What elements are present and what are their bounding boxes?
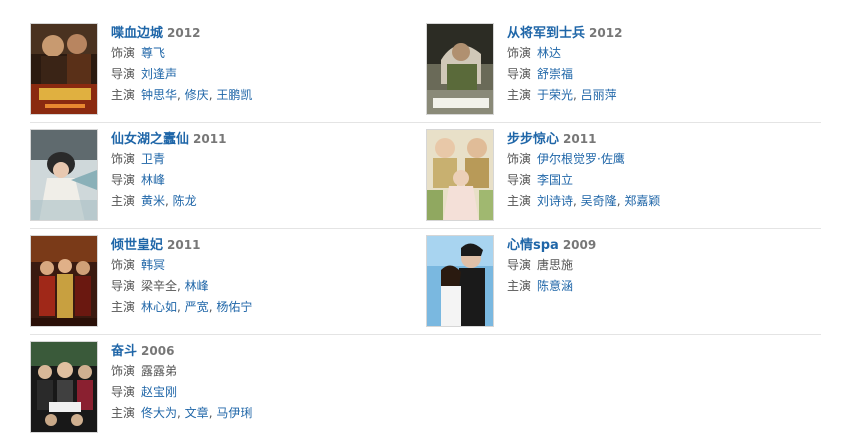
cast-label: 主演	[111, 300, 136, 314]
director-link[interactable]: 林峰	[185, 279, 209, 293]
cast-link[interactable]: 郑嘉颖	[624, 194, 660, 208]
cast-link[interactable]: 王鹏凯	[216, 88, 252, 102]
cast-label: 主演	[507, 194, 532, 208]
role-label: 饰演	[111, 46, 136, 60]
role-label: 饰演	[111, 152, 136, 166]
cast-label: 主演	[111, 406, 136, 420]
cast-link[interactable]: 佟大为	[141, 406, 177, 420]
role-link[interactable]: 卫青	[141, 152, 165, 166]
director-link[interactable]: 李国立	[537, 173, 573, 187]
cast-link[interactable]: 刘诗诗	[537, 194, 573, 208]
role-link[interactable]: 伊尔根觉罗·佐鹰	[537, 152, 625, 166]
movie-title[interactable]: 仙女湖之蠹仙	[111, 132, 189, 147]
movie-item: 倾世皇妃 2011 饰演 韩冥 导演 梁辛全, 林峰 主演 林心如, 严宽, 杨佑宁	[30, 229, 425, 335]
filmography-row: 仙女湖之蠹仙 2011 饰演 卫青 导演 林峰 主演 黄米, 陈龙 步步惊心 2…	[30, 123, 821, 229]
director-name: 梁辛全	[141, 279, 178, 293]
role-label: 饰演	[111, 258, 136, 272]
cast-link[interactable]: 钟思华	[141, 88, 177, 102]
movie-item: 心情spa 2009 导演 唐思施 主演 陈意涵	[426, 229, 821, 335]
role-link[interactable]: 尊飞	[141, 46, 165, 60]
cast-label: 主演	[111, 88, 136, 102]
director-link[interactable]: 舒崇福	[537, 67, 573, 81]
movie-poster[interactable]	[30, 23, 98, 115]
movie-year: 2011	[563, 132, 597, 146]
filmography-list: 喋血边城 2012 饰演 尊飞 导演 刘逢声 主演 钟思华, 修庆, 王鹏凯 从…	[0, 0, 851, 436]
movie-poster[interactable]	[30, 341, 98, 433]
movie-item: 从将军到士兵 2012 饰演 林达 导演 舒崇福 主演 于荣光, 吕丽萍	[426, 17, 821, 123]
director-label: 导演	[507, 67, 532, 81]
director-label: 导演	[111, 385, 136, 399]
cast-link[interactable]: 文章	[185, 406, 209, 420]
movie-item: 仙女湖之蠹仙 2011 饰演 卫青 导演 林峰 主演 黄米, 陈龙	[30, 123, 425, 229]
cast-label: 主演	[507, 279, 532, 293]
director-link[interactable]: 刘逢声	[141, 67, 177, 81]
movie-title[interactable]: 从将军到士兵	[507, 26, 585, 41]
movie-poster[interactable]	[426, 129, 494, 221]
movie-year: 2012	[167, 26, 201, 40]
filmography-row: 倾世皇妃 2011 饰演 韩冥 导演 梁辛全, 林峰 主演 林心如, 严宽, 杨佑宁	[30, 229, 821, 335]
cast-link[interactable]: 陈龙	[173, 194, 197, 208]
movie-poster[interactable]	[426, 23, 494, 115]
role-label: 饰演	[111, 364, 136, 378]
cast-link[interactable]: 陈意涵	[537, 279, 573, 293]
cast-link[interactable]: 黄米	[141, 194, 165, 208]
movie-title[interactable]: 奋斗	[111, 344, 137, 359]
cast-link[interactable]: 马伊琍	[216, 406, 252, 420]
cast-link[interactable]: 严宽	[185, 300, 209, 314]
role-link[interactable]: 林达	[537, 46, 561, 60]
cast-label: 主演	[111, 194, 136, 208]
role-label: 饰演	[507, 152, 532, 166]
movie-title[interactable]: 心情spa	[507, 238, 559, 253]
cast-link[interactable]: 吕丽萍	[581, 88, 617, 102]
director-label: 导演	[111, 279, 136, 293]
movie-poster[interactable]	[426, 235, 494, 327]
role-label: 饰演	[507, 46, 532, 60]
cast-label: 主演	[507, 88, 532, 102]
filmography-row: 喋血边城 2012 饰演 尊飞 导演 刘逢声 主演 钟思华, 修庆, 王鹏凯 从…	[30, 17, 821, 123]
movie-year: 2012	[589, 26, 623, 40]
movie-year: 2006	[141, 344, 175, 358]
movie-item: 步步惊心 2011 饰演 伊尔根觉罗·佐鹰 导演 李国立 主演 刘诗诗, 吴奇隆, 郑嘉…	[426, 123, 821, 229]
movie-poster[interactable]	[30, 235, 98, 327]
movie-year: 2011	[167, 238, 201, 252]
movie-title[interactable]: 倾世皇妃	[111, 238, 163, 253]
cast-link[interactable]: 吴奇隆	[581, 194, 617, 208]
cast-link[interactable]: 于荣光	[537, 88, 573, 102]
movie-year: 2009	[562, 238, 597, 252]
director-label: 导演	[111, 67, 136, 81]
movie-item: 喋血边城 2012 饰演 尊飞 导演 刘逢声 主演 钟思华, 修庆, 王鹏凯	[30, 17, 425, 123]
director-label: 导演	[111, 173, 136, 187]
cast-link[interactable]: 林心如	[141, 300, 177, 314]
role-name: 露露弟	[141, 364, 178, 378]
cast-link[interactable]: 修庆	[185, 88, 209, 102]
director-name: 唐思施	[537, 258, 574, 272]
director-link[interactable]: 赵宝刚	[141, 385, 177, 399]
movie-item: 奋斗 2006 饰演 露露弟 导演 赵宝刚 主演 佟大为, 文章, 马伊琍	[30, 335, 425, 436]
role-link[interactable]: 韩冥	[141, 258, 165, 272]
movie-year: 2011	[193, 132, 227, 146]
movie-title[interactable]: 步步惊心	[507, 132, 559, 147]
filmography-row: 奋斗 2006 饰演 露露弟 导演 赵宝刚 主演 佟大为, 文章, 马伊琍	[30, 335, 821, 436]
director-label: 导演	[507, 173, 532, 187]
movie-poster[interactable]	[30, 129, 98, 221]
director-label: 导演	[507, 258, 532, 272]
movie-title[interactable]: 喋血边城	[111, 26, 163, 41]
director-link[interactable]: 林峰	[141, 173, 165, 187]
cast-link[interactable]: 杨佑宁	[216, 300, 252, 314]
